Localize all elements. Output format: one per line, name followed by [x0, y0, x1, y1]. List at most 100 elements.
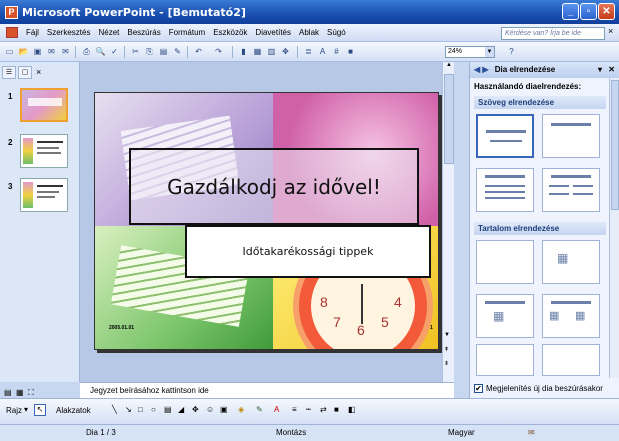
next-slide-icon[interactable]: ⇟	[444, 360, 449, 367]
wordart-icon[interactable]: ◢	[178, 405, 184, 414]
zoom-value: 24%	[448, 48, 463, 55]
menu-format[interactable]: Formátum	[165, 28, 209, 37]
normal-view-icon[interactable]: ▤	[4, 388, 12, 397]
text-box-icon[interactable]: ▤	[164, 405, 172, 414]
show-formatting-icon[interactable]: A	[316, 45, 329, 58]
insert-table-icon[interactable]: ▦	[251, 45, 264, 58]
rectangle-icon[interactable]: □	[138, 405, 143, 414]
email-icon[interactable]: ✉	[59, 45, 72, 58]
cut-icon[interactable]: ✂	[129, 45, 142, 58]
layout-title-content[interactable]: ▦	[476, 294, 534, 338]
copy-icon[interactable]: ⎘	[143, 45, 156, 58]
diagram-icon[interactable]: ✥	[192, 405, 199, 414]
menu-slideshow[interactable]: Diavetítés	[251, 28, 295, 37]
print-icon[interactable]: ⎙	[80, 45, 93, 58]
slide-canvas[interactable]: 8 7 6 5 4 Gazdálkodj az idővel! Időtakar…	[94, 92, 439, 350]
scroll-up-icon[interactable]: ▲	[444, 62, 454, 72]
dash-style-icon[interactable]: ┅	[306, 405, 311, 414]
permission-icon[interactable]: ✉	[45, 45, 58, 58]
show-grid-icon[interactable]: #	[330, 45, 343, 58]
minimize-button[interactable]: _	[562, 3, 579, 20]
title-placeholder[interactable]: Gazdálkodj az idővel!	[129, 148, 419, 225]
undo-icon[interactable]: ↶	[192, 45, 205, 58]
arrow-style-icon[interactable]: ⇄	[320, 405, 327, 414]
menu-tools[interactable]: Eszközök	[209, 28, 251, 37]
layout-four-content[interactable]	[476, 344, 534, 376]
select-objects-icon[interactable]: ↖	[34, 404, 46, 416]
subtitle-placeholder[interactable]: Időtakarékossági tippek	[185, 225, 431, 278]
menu-window[interactable]: Ablak	[295, 28, 323, 37]
notes-pane[interactable]: Jegyzet beírásához kattintson ide	[80, 382, 454, 398]
slide-thumbnail-2[interactable]	[20, 134, 68, 168]
layout-content[interactable]: ▦	[542, 240, 600, 284]
tables-borders-icon[interactable]: ▥	[265, 45, 278, 58]
menu-help[interactable]: Súgó	[323, 28, 350, 37]
slide-vertical-scrollbar[interactable]: ▲ ▼ ⇞ ⇟	[442, 62, 454, 382]
layout-blank[interactable]	[476, 240, 534, 284]
menu-edit[interactable]: Szerkesztés	[43, 28, 95, 37]
spelling-icon[interactable]: ✓	[108, 45, 121, 58]
menu-view[interactable]: Nézet	[94, 28, 123, 37]
insert-chart-icon[interactable]: ▮	[237, 45, 250, 58]
3d-icon[interactable]: ◧	[348, 405, 356, 414]
powerpoint-icon[interactable]: P	[5, 5, 18, 19]
menu-insert[interactable]: Beszúrás	[123, 28, 164, 37]
help-search-input[interactable]: Kérdése van? Írja be ide	[501, 27, 605, 40]
slide-sorter-icon[interactable]: ▦	[16, 388, 24, 397]
notes-placeholder: Jegyzet beírásához kattintson ide	[90, 386, 209, 395]
arrow-icon[interactable]: ↘	[125, 405, 132, 414]
pane-close-button[interactable]: ×	[36, 67, 41, 77]
clock-number: 6	[357, 322, 365, 338]
draw-menu[interactable]: Rajz	[6, 406, 22, 415]
oval-icon[interactable]: ○	[151, 405, 156, 414]
print-preview-icon[interactable]: 🔍	[94, 45, 107, 58]
close-icon[interactable]: ✕	[608, 62, 615, 78]
slide-thumbnail-1[interactable]	[20, 88, 68, 122]
close-document-button[interactable]: ×	[608, 26, 613, 36]
close-button[interactable]: ✕	[598, 3, 615, 20]
previous-slide-icon[interactable]: ⇞	[444, 346, 449, 353]
line-style-icon[interactable]: ≡	[292, 405, 297, 414]
font-color-icon[interactable]: A	[274, 405, 279, 414]
layout-title-only[interactable]	[542, 114, 600, 158]
insert-diagram-icon[interactable]: ✥	[279, 45, 292, 58]
save-icon[interactable]: ▣	[31, 45, 44, 58]
format-painter-icon[interactable]: ✎	[171, 45, 184, 58]
picture-icon[interactable]: ▣	[220, 405, 228, 414]
back-icon[interactable]: ◀	[474, 65, 480, 74]
tab-outline[interactable]: ☰	[2, 65, 16, 79]
line-icon[interactable]: ╲	[112, 405, 117, 414]
redo-icon[interactable]: ↷	[212, 45, 225, 58]
open-icon[interactable]: 📂	[17, 45, 30, 58]
scrollbar-thumb[interactable]	[444, 74, 454, 164]
maximize-button[interactable]: ▫	[580, 3, 597, 20]
line-color-icon[interactable]: ✎	[256, 405, 263, 414]
show-on-insert-option[interactable]: ✔ Megjelenítés új dia beszúrásakor	[474, 384, 603, 393]
layout-title-slide[interactable]	[476, 114, 534, 158]
scrollbar-thumb[interactable]	[611, 80, 619, 210]
expand-all-icon[interactable]: ≣	[302, 45, 315, 58]
chevron-down-icon[interactable]: ▾	[598, 62, 602, 78]
menu-file[interactable]: Fájl	[22, 28, 43, 37]
zoom-select[interactable]: 24% ▼	[445, 46, 495, 58]
show-on-insert-checkbox[interactable]: ✔	[474, 384, 483, 393]
help-icon[interactable]: ?	[505, 45, 518, 58]
document-icon[interactable]	[6, 27, 18, 38]
fill-color-icon[interactable]: ◈	[238, 405, 244, 414]
layout-title-text[interactable]	[476, 168, 534, 212]
layout-two-content[interactable]: ▦ ▦	[542, 294, 600, 338]
shadow-icon[interactable]: ■	[334, 405, 339, 414]
task-pane-scrollbar[interactable]	[609, 78, 619, 378]
tab-slides[interactable]: ▢	[18, 65, 32, 79]
color-grayscale-icon[interactable]: ■	[344, 45, 357, 58]
new-icon[interactable]: ▭	[3, 45, 16, 58]
layout-title-two-content[interactable]	[542, 344, 600, 376]
layout-two-column-text[interactable]	[542, 168, 600, 212]
slideshow-icon[interactable]: ⛶	[28, 388, 34, 398]
scroll-down-icon[interactable]: ▼	[444, 332, 450, 338]
autoshapes-menu[interactable]: Alakzatok	[56, 406, 91, 415]
paste-icon[interactable]: ▤	[157, 45, 170, 58]
slide-thumbnail-3[interactable]	[20, 178, 68, 212]
clipart-icon[interactable]: ☺	[206, 405, 214, 414]
forward-icon[interactable]: ▶	[482, 65, 488, 74]
